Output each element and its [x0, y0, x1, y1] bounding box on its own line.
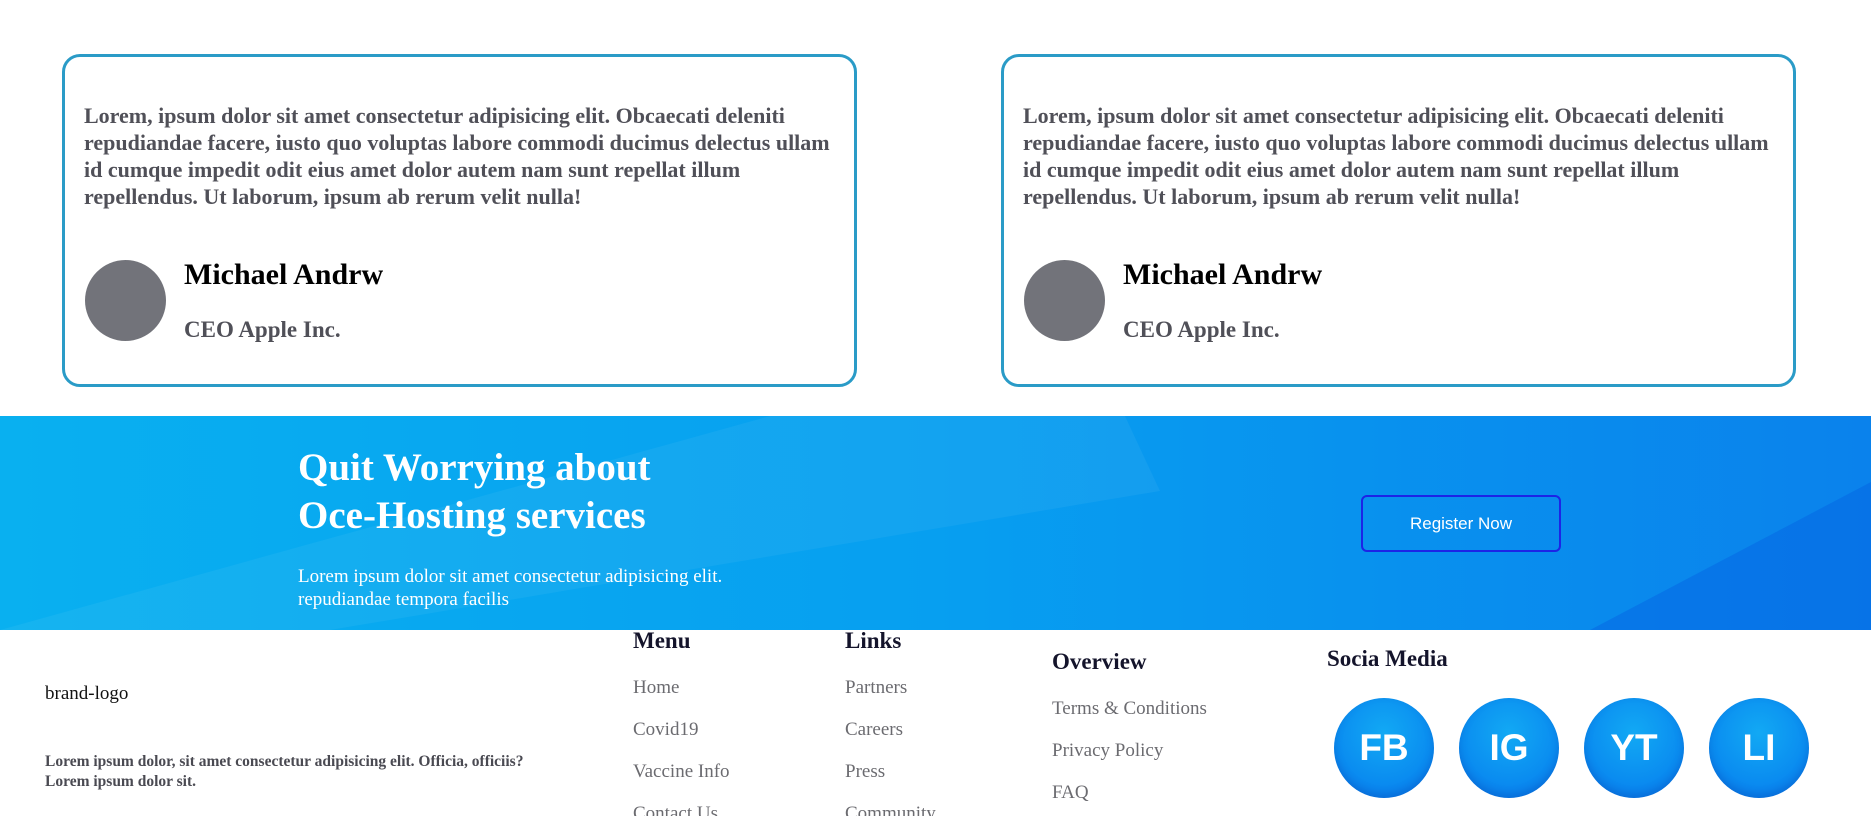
- footer-social-title: Socia Media: [1327, 646, 1448, 671]
- page: Lorem, ipsum dolor sit amet consectetur …: [0, 0, 1871, 816]
- footer-overview-list: Terms & Conditions Privacy Policy FAQ: [1052, 698, 1207, 816]
- linkedin-button[interactable]: LI: [1709, 698, 1809, 798]
- author-name: Michael Andrw: [1123, 258, 1323, 291]
- banner-background-shape: [0, 416, 1871, 630]
- testimonial-text: Lorem, ipsum dolor sit amet consectetur …: [84, 103, 830, 209]
- banner-title: Quit Worrying about Oce-Hosting services: [298, 444, 798, 540]
- banner-description-line: Lorem ipsum dolor sit amet consectetur a…: [298, 566, 723, 587]
- footer-link-vaccine-info[interactable]: Vaccine Info: [633, 761, 730, 803]
- footer-link-community[interactable]: Community: [845, 803, 936, 816]
- facebook-button[interactable]: FB: [1334, 698, 1434, 798]
- register-now-button[interactable]: Register Now: [1361, 495, 1561, 552]
- testimonial-text: Lorem, ipsum dolor sit amet consectetur …: [1023, 103, 1769, 209]
- footer-about-text: Lorem ipsum dolor, sit amet consectetur …: [45, 753, 524, 790]
- testimonial-card: Lorem, ipsum dolor sit amet consectetur …: [62, 54, 857, 387]
- footer-link-contact-us[interactable]: Contact Us: [633, 803, 730, 816]
- footer-link-faq[interactable]: FAQ: [1052, 782, 1207, 816]
- footer-link-partners[interactable]: Partners: [845, 677, 936, 719]
- author-name: Michael Andrw: [184, 258, 384, 291]
- avatar: [1024, 260, 1105, 341]
- banner-description-line: repudiandae tempora facilis: [298, 589, 510, 610]
- instagram-button[interactable]: IG: [1459, 698, 1559, 798]
- banner-title-line: Quit Worrying about: [298, 446, 651, 489]
- cta-banner: Quit Worrying about Oce-Hosting services…: [0, 416, 1871, 630]
- footer-links-list: Partners Careers Press Community: [845, 677, 936, 816]
- footer-link-covid19[interactable]: Covid19: [633, 719, 730, 761]
- author-role: CEO Apple Inc.: [184, 317, 341, 342]
- footer-link-terms[interactable]: Terms & Conditions: [1052, 698, 1207, 740]
- brand-logo[interactable]: brand-logo: [45, 683, 128, 705]
- banner-description: Lorem ipsum dolor sit amet consectetur a…: [298, 565, 818, 611]
- footer-link-home[interactable]: Home: [633, 677, 730, 719]
- testimonial-card: Lorem, ipsum dolor sit amet consectetur …: [1001, 54, 1796, 387]
- youtube-button[interactable]: YT: [1584, 698, 1684, 798]
- footer-menu-title: Menu: [633, 628, 691, 653]
- author-role: CEO Apple Inc.: [1123, 317, 1280, 342]
- footer-links-title: Links: [845, 628, 902, 653]
- footer-menu-list: Home Covid19 Vaccine Info Contact Us: [633, 677, 730, 816]
- footer-link-press[interactable]: Press: [845, 761, 936, 803]
- footer-link-privacy-policy[interactable]: Privacy Policy: [1052, 740, 1207, 782]
- footer-link-careers[interactable]: Careers: [845, 719, 936, 761]
- avatar: [85, 260, 166, 341]
- banner-title-line: Oce-Hosting services: [298, 494, 646, 537]
- footer-overview-title: Overview: [1052, 649, 1147, 674]
